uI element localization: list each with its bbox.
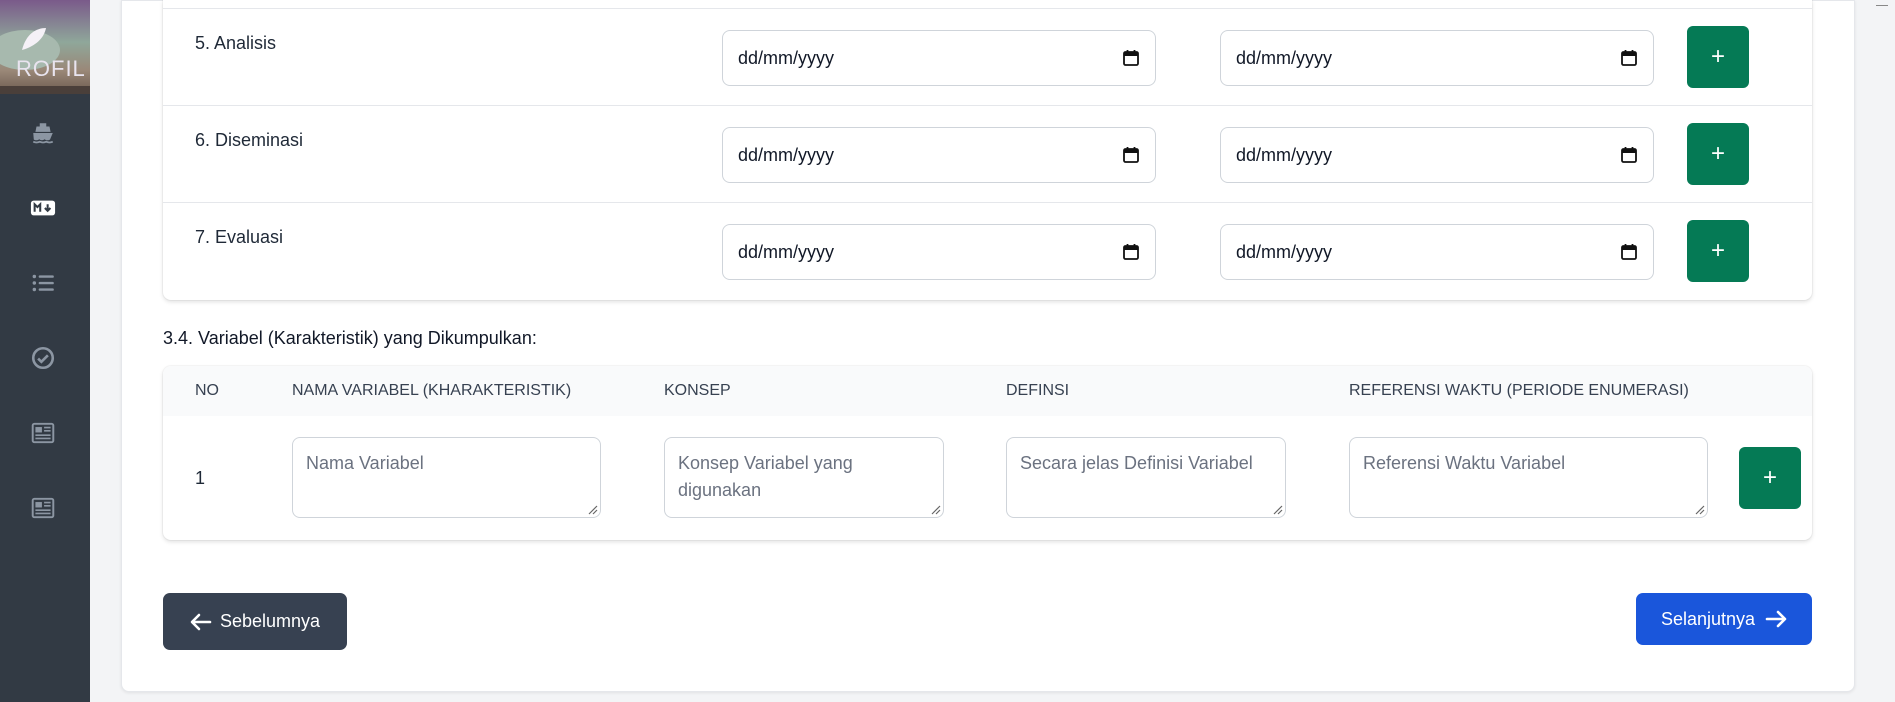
logo-leaf-icon bbox=[22, 28, 46, 50]
textarea-placeholder: Secara jelas Definisi Variabel bbox=[1020, 453, 1253, 473]
resize-grip-icon[interactable] bbox=[586, 503, 598, 515]
previous-button[interactable]: Sebelumnya bbox=[163, 593, 347, 650]
date-placeholder: dd/mm/yyyy bbox=[738, 144, 835, 165]
column-header-time-ref: REFERENSI WAKTU (PERIODE ENUMERASI) bbox=[1349, 382, 1689, 399]
start-date-input[interactable]: dd/mm/yyyy bbox=[722, 127, 1156, 183]
textarea-placeholder: Referensi Waktu Variabel bbox=[1363, 453, 1566, 473]
calendar-icon[interactable] bbox=[1621, 243, 1637, 260]
stage-label: 5. Analisis bbox=[195, 33, 277, 53]
add-stage-button[interactable]: + bbox=[1687, 26, 1749, 88]
variable-time-ref-textarea[interactable]: Referensi Waktu Variabel bbox=[1349, 437, 1708, 518]
stage-schedule-table: 5. Analisis dd/mm/yyyy dd/mm/yyyy + 6. D… bbox=[163, 0, 1812, 300]
resize-grip-icon[interactable] bbox=[1693, 503, 1705, 515]
ship-icon bbox=[32, 123, 54, 144]
arrow-right-icon bbox=[1765, 610, 1787, 628]
sidebar: ROFIL bbox=[0, 0, 90, 702]
markdown-icon bbox=[30, 200, 56, 216]
sidebar-item-markdown[interactable] bbox=[28, 193, 58, 223]
calendar-icon[interactable] bbox=[1621, 146, 1637, 163]
logo-text: ROFIL bbox=[16, 56, 86, 81]
column-header-name: NAMA VARIABEL (KHARAKTERISTIK) bbox=[292, 382, 572, 399]
start-date-input[interactable]: dd/mm/yyyy bbox=[722, 224, 1156, 280]
newspaper-icon bbox=[31, 422, 55, 444]
arrow-left-icon bbox=[190, 613, 212, 630]
calendar-icon[interactable] bbox=[1123, 49, 1139, 66]
date-placeholder: dd/mm/yyyy bbox=[1236, 144, 1333, 165]
variable-concept-textarea[interactable]: Konsep Variabel yang digunakan bbox=[664, 437, 944, 518]
sidebar-item-ship[interactable] bbox=[28, 118, 58, 148]
variable-name-textarea[interactable]: Nama Variabel bbox=[292, 437, 601, 518]
date-placeholder: dd/mm/yyyy bbox=[1236, 241, 1333, 262]
calendar-icon[interactable] bbox=[1123, 146, 1139, 163]
table-header: NO NAMA VARIABEL (KHARAKTERISTIK) KONSEP… bbox=[163, 366, 1812, 416]
list-icon bbox=[32, 274, 54, 292]
column-header-concept: KONSEP bbox=[664, 382, 731, 399]
sidebar-item-list[interactable] bbox=[28, 268, 58, 298]
check-circle-icon bbox=[31, 346, 55, 370]
stage-label: 6. Diseminasi bbox=[195, 130, 304, 150]
table-row: 7. Evaluasi dd/mm/yyyy dd/mm/yyyy + bbox=[163, 202, 1812, 299]
textarea-placeholder: Nama Variabel bbox=[306, 453, 424, 473]
app-logo[interactable]: ROFIL bbox=[0, 0, 90, 94]
calendar-icon[interactable] bbox=[1621, 49, 1637, 66]
sidebar-item-check[interactable] bbox=[28, 343, 58, 373]
newspaper-icon bbox=[31, 497, 55, 519]
textarea-placeholder: Konsep Variabel yang digunakan bbox=[678, 453, 853, 500]
stage-label: 7. Evaluasi bbox=[195, 227, 284, 247]
sidebar-item-news-1[interactable] bbox=[28, 418, 58, 448]
add-stage-button[interactable]: + bbox=[1687, 220, 1749, 282]
previous-button-label: Sebelumnya bbox=[219, 611, 321, 631]
variable-table: NO NAMA VARIABEL (KHARAKTERISTIK) KONSEP… bbox=[163, 366, 1812, 540]
end-date-input[interactable]: dd/mm/yyyy bbox=[1220, 127, 1654, 183]
column-header-definition: DEFINSI bbox=[1006, 382, 1070, 399]
calendar-icon[interactable] bbox=[1123, 243, 1139, 260]
column-header-no: NO bbox=[195, 382, 219, 399]
next-button-label: Selanjutnya bbox=[1660, 608, 1756, 629]
sidebar-item-news-2[interactable] bbox=[28, 493, 58, 523]
window-minimize-mark bbox=[1876, 5, 1888, 6]
end-date-input[interactable]: dd/mm/yyyy bbox=[1220, 30, 1654, 86]
variable-definition-textarea[interactable]: Secara jelas Definisi Variabel bbox=[1006, 437, 1286, 518]
resize-grip-icon[interactable] bbox=[1271, 503, 1283, 515]
table-row: 5. Analisis dd/mm/yyyy dd/mm/yyyy + bbox=[163, 8, 1812, 105]
row-number: 1 bbox=[195, 468, 206, 488]
add-stage-button[interactable]: + bbox=[1687, 123, 1749, 185]
date-placeholder: dd/mm/yyyy bbox=[738, 47, 835, 68]
start-date-input[interactable]: dd/mm/yyyy bbox=[722, 30, 1156, 86]
date-placeholder: dd/mm/yyyy bbox=[738, 241, 835, 262]
table-row: 6. Diseminasi dd/mm/yyyy dd/mm/yyyy + bbox=[163, 105, 1812, 202]
add-variable-button[interactable]: + bbox=[1739, 447, 1801, 509]
next-button[interactable]: Selanjutnya bbox=[1636, 593, 1812, 645]
resize-grip-icon[interactable] bbox=[929, 503, 941, 515]
date-placeholder: dd/mm/yyyy bbox=[1236, 47, 1333, 68]
end-date-input[interactable]: dd/mm/yyyy bbox=[1220, 224, 1654, 280]
section-title: 3.4. Variabel (Karakteristik) yang Dikum… bbox=[163, 328, 537, 348]
logo-base bbox=[0, 86, 90, 94]
